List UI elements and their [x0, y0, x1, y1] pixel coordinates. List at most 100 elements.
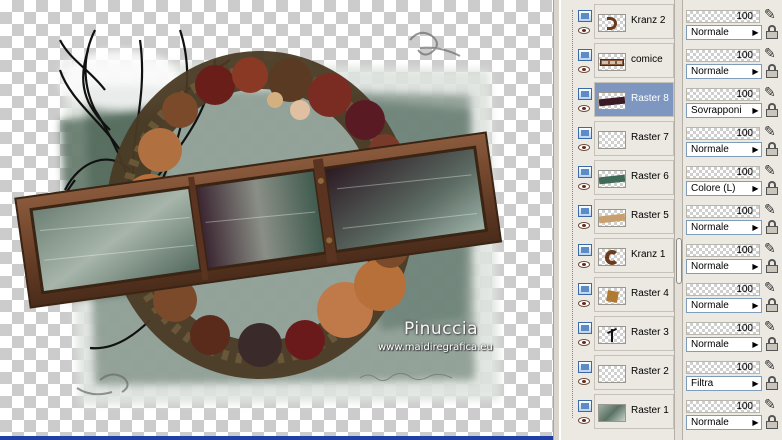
- brush-icon[interactable]: ✎: [764, 357, 780, 373]
- triangle-right-icon: ▶: [752, 262, 759, 271]
- layer-row-raster-1[interactable]: Raster 1: [561, 392, 674, 431]
- opacity-slider[interactable]: 100: [686, 244, 760, 257]
- brush-icon[interactable]: ✎: [764, 123, 780, 139]
- layer-label-box[interactable]: Kranz 1: [594, 238, 674, 273]
- raster-layer-icon: [578, 49, 592, 61]
- lock-icon[interactable]: [766, 181, 778, 195]
- triangle-right-icon: ▶: [752, 340, 759, 349]
- layer-row-raster-5[interactable]: Raster 5: [561, 197, 674, 236]
- blend-mode-select[interactable]: Normale ▶: [686, 142, 762, 157]
- canvas-artwork: [14, 29, 503, 405]
- brush-icon[interactable]: ✎: [764, 201, 780, 217]
- eye-icon[interactable]: [578, 300, 590, 307]
- eye-icon[interactable]: [578, 222, 590, 229]
- triangle-right-icon: ▶: [752, 301, 759, 310]
- layer-label-box[interactable]: Raster 1: [594, 394, 674, 429]
- layer-name: Raster 1: [631, 405, 669, 416]
- lock-icon[interactable]: [766, 142, 778, 156]
- eye-icon[interactable]: [578, 105, 590, 112]
- opacity-slider[interactable]: 100: [686, 127, 760, 140]
- layer-label-box[interactable]: Raster 3: [594, 316, 674, 351]
- eye-icon[interactable]: [578, 417, 590, 424]
- layers-panel: Kranz 2 comice Raster 8 Raster 7 Raster 6 Ras…: [561, 0, 674, 440]
- layer-label-box[interactable]: Raster 6: [594, 160, 674, 195]
- eye-icon[interactable]: [578, 144, 590, 151]
- lock-icon[interactable]: [766, 220, 778, 234]
- brush-icon[interactable]: ✎: [764, 84, 780, 100]
- blend-mode-select[interactable]: Normale ▶: [686, 220, 762, 235]
- brush-icon[interactable]: ✎: [764, 318, 780, 334]
- layer-row-raster-4[interactable]: Raster 4: [561, 275, 674, 314]
- brush-icon[interactable]: ✎: [764, 6, 780, 22]
- layer-label-box[interactable]: comice: [594, 43, 674, 78]
- blend-mode-select[interactable]: Normale ▶: [686, 337, 762, 352]
- panel-splitter[interactable]: [553, 0, 560, 440]
- scrollbar-thumb[interactable]: [676, 238, 682, 284]
- layer-name: Raster 8: [631, 93, 669, 104]
- opacity-slider[interactable]: 100: [686, 400, 760, 413]
- lock-icon[interactable]: [766, 64, 778, 78]
- layer-thumbnail: [598, 92, 626, 110]
- brush-icon[interactable]: ✎: [764, 396, 780, 412]
- layer-row-raster-7[interactable]: Raster 7: [561, 119, 674, 158]
- blend-mode-select[interactable]: Filtra ▶: [686, 376, 762, 391]
- opacity-slider[interactable]: 100: [686, 166, 760, 179]
- brush-icon[interactable]: ✎: [764, 45, 780, 61]
- triangle-right-icon: ▶: [752, 418, 759, 427]
- brush-icon[interactable]: ✎: [764, 240, 780, 256]
- opacity-slider[interactable]: 100: [686, 322, 760, 335]
- blend-mode-select[interactable]: Normale ▶: [686, 415, 762, 430]
- layer-row-kranz-1[interactable]: Kranz 1: [561, 236, 674, 275]
- layer-label-box[interactable]: Raster 2: [594, 355, 674, 390]
- layer-label-box[interactable]: Raster 5: [594, 199, 674, 234]
- opacity-slider[interactable]: 100: [686, 10, 760, 23]
- eye-icon[interactable]: [578, 261, 590, 268]
- blend-mode-select[interactable]: Normale ▶: [686, 259, 762, 274]
- opacity-slider[interactable]: 100: [686, 205, 760, 218]
- layer-thumbnail: [598, 53, 626, 71]
- layer-row-raster-6[interactable]: Raster 6: [561, 158, 674, 197]
- layer-label-box[interactable]: Raster 8: [594, 82, 674, 117]
- blend-mode-select[interactable]: Colore (L) ▶: [686, 181, 762, 196]
- lock-icon[interactable]: [766, 259, 778, 273]
- triangle-right-icon: ▶: [752, 223, 759, 232]
- layers-scrollbar[interactable]: [674, 0, 683, 440]
- blend-mode-select[interactable]: Sovrapponi ▶: [686, 103, 762, 118]
- lock-icon[interactable]: [766, 103, 778, 117]
- lock-icon[interactable]: [766, 298, 778, 312]
- eye-icon[interactable]: [578, 378, 590, 385]
- layer-row-raster-8[interactable]: Raster 8: [561, 80, 674, 119]
- opacity-slider[interactable]: 100: [686, 361, 760, 374]
- blend-mode-select[interactable]: Normale ▶: [686, 64, 762, 79]
- layer-label-box[interactable]: Raster 4: [594, 277, 674, 312]
- brush-icon[interactable]: ✎: [764, 279, 780, 295]
- layer-row-raster-2[interactable]: Raster 2: [561, 353, 674, 392]
- opacity-slider[interactable]: 100: [686, 283, 760, 296]
- blend-mode-value: Filtra: [691, 378, 714, 389]
- lock-icon[interactable]: [766, 337, 778, 351]
- eye-icon[interactable]: [578, 183, 590, 190]
- layer-row-comice[interactable]: comice: [561, 41, 674, 80]
- opacity-slider[interactable]: 100: [686, 49, 760, 62]
- layer-properties-row: 100 Sovrapponi ▶ ✎: [683, 80, 782, 119]
- lock-icon[interactable]: [766, 415, 778, 429]
- blend-mode-select[interactable]: Normale ▶: [686, 298, 762, 313]
- layer-thumbnail: [598, 131, 626, 149]
- lock-icon[interactable]: [766, 25, 778, 39]
- layer-name: Kranz 2: [631, 15, 666, 26]
- blend-mode-select[interactable]: Normale ▶: [686, 25, 762, 40]
- layer-row-kranz-2[interactable]: Kranz 2: [561, 2, 674, 41]
- status-bar: [0, 436, 553, 440]
- blend-mode-value: Sovrapponi: [691, 105, 742, 116]
- layer-properties-row: 100 Normale ▶ ✎: [683, 41, 782, 80]
- image-canvas[interactable]: Pinuccia www.maidiregrafica.eu: [0, 0, 553, 436]
- brush-icon[interactable]: ✎: [764, 162, 780, 178]
- lock-icon[interactable]: [766, 376, 778, 390]
- eye-icon[interactable]: [578, 27, 590, 34]
- layer-label-box[interactable]: Kranz 2: [594, 4, 674, 39]
- opacity-slider[interactable]: 100: [686, 88, 760, 101]
- eye-icon[interactable]: [578, 66, 590, 73]
- eye-icon[interactable]: [578, 339, 590, 346]
- layer-row-raster-3[interactable]: Raster 3: [561, 314, 674, 353]
- layer-label-box[interactable]: Raster 7: [594, 121, 674, 156]
